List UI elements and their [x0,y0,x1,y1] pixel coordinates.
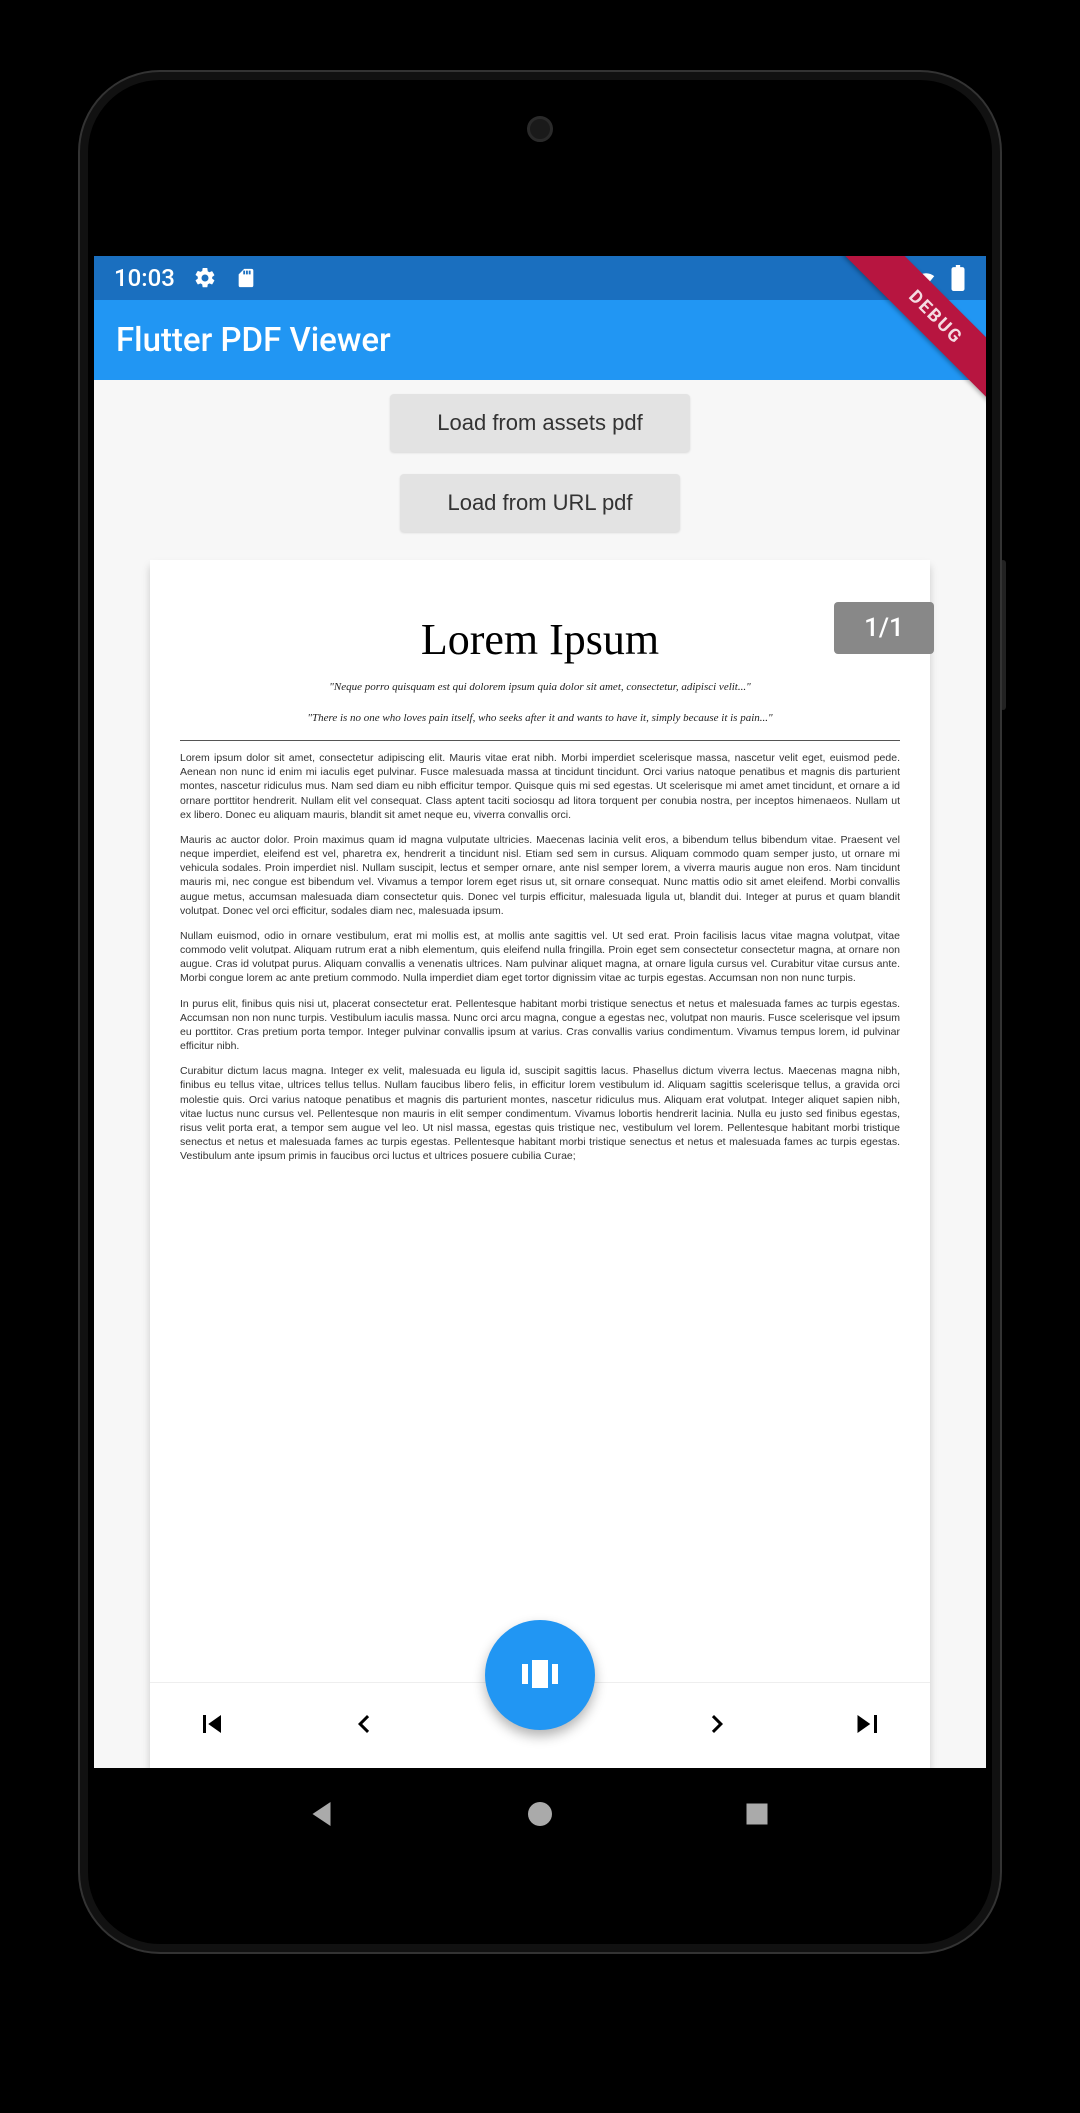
pdf-paragraph: In purus elit, finibus quis nisi ut, pla… [180,997,900,1054]
load-assets-button[interactable]: Load from assets pdf [390,394,690,452]
phone-frame: 10:03 DEBUG Flutter PDF Viewe [80,72,1000,1952]
content: Load from assets pdf Load from URL pdf 1… [94,380,986,1768]
pdf-body: Lorem ipsum dolor sit amet, consectetur … [180,751,900,1174]
next-page-button[interactable] [687,1696,747,1756]
last-page-icon [850,1706,886,1745]
pdf-paragraph: Curabitur dictum lacus magna. Integer ex… [180,1064,900,1163]
screen: 10:03 DEBUG Flutter PDF Viewe [94,256,986,1768]
first-page-icon [194,1706,230,1745]
carousel-icon [516,1650,564,1701]
front-camera [527,116,553,142]
back-button[interactable] [305,1796,341,1835]
pdf-quote-1: "Neque porro quisquam est qui dolorem ip… [210,679,870,696]
circle-home-icon [522,1820,558,1835]
page-indicator: 1/1 [834,602,934,654]
app-bar: Flutter PDF Viewer [94,300,986,380]
pdf-paragraph: Lorem ipsum dolor sit amet, consectetur … [180,751,900,822]
pdf-paragraph: Mauris ac auctor dolor. Proin maximus qu… [180,833,900,918]
prev-page-button[interactable] [334,1696,394,1756]
last-page-button[interactable] [838,1696,898,1756]
square-recents-icon [739,1820,775,1835]
system-navigation-bar [94,1772,986,1858]
gear-icon [193,266,217,290]
pdf-divider [180,740,900,741]
battery-icon [950,265,966,291]
pdf-paragraph: Nullam euismod, odio in ornare vestibulu… [180,929,900,986]
pdf-title: Lorem Ipsum [150,614,930,665]
pdf-quote-2: "There is no one who loves pain itself, … [210,710,870,727]
view-mode-fab[interactable] [485,1620,595,1730]
first-page-button[interactable] [182,1696,242,1756]
sd-card-icon [235,266,257,290]
chevron-right-icon [699,1706,735,1745]
device-power-button [1000,560,1006,710]
recents-button[interactable] [739,1796,775,1835]
chevron-left-icon [346,1706,382,1745]
pdf-viewer[interactable]: 1/1 Lorem Ipsum "Neque porro quisquam es… [150,560,930,1768]
triangle-back-icon [305,1820,341,1835]
load-url-button[interactable]: Load from URL pdf [400,474,680,532]
home-button[interactable] [522,1796,558,1835]
app-title: Flutter PDF Viewer [116,321,391,360]
status-time: 10:03 [114,264,175,292]
